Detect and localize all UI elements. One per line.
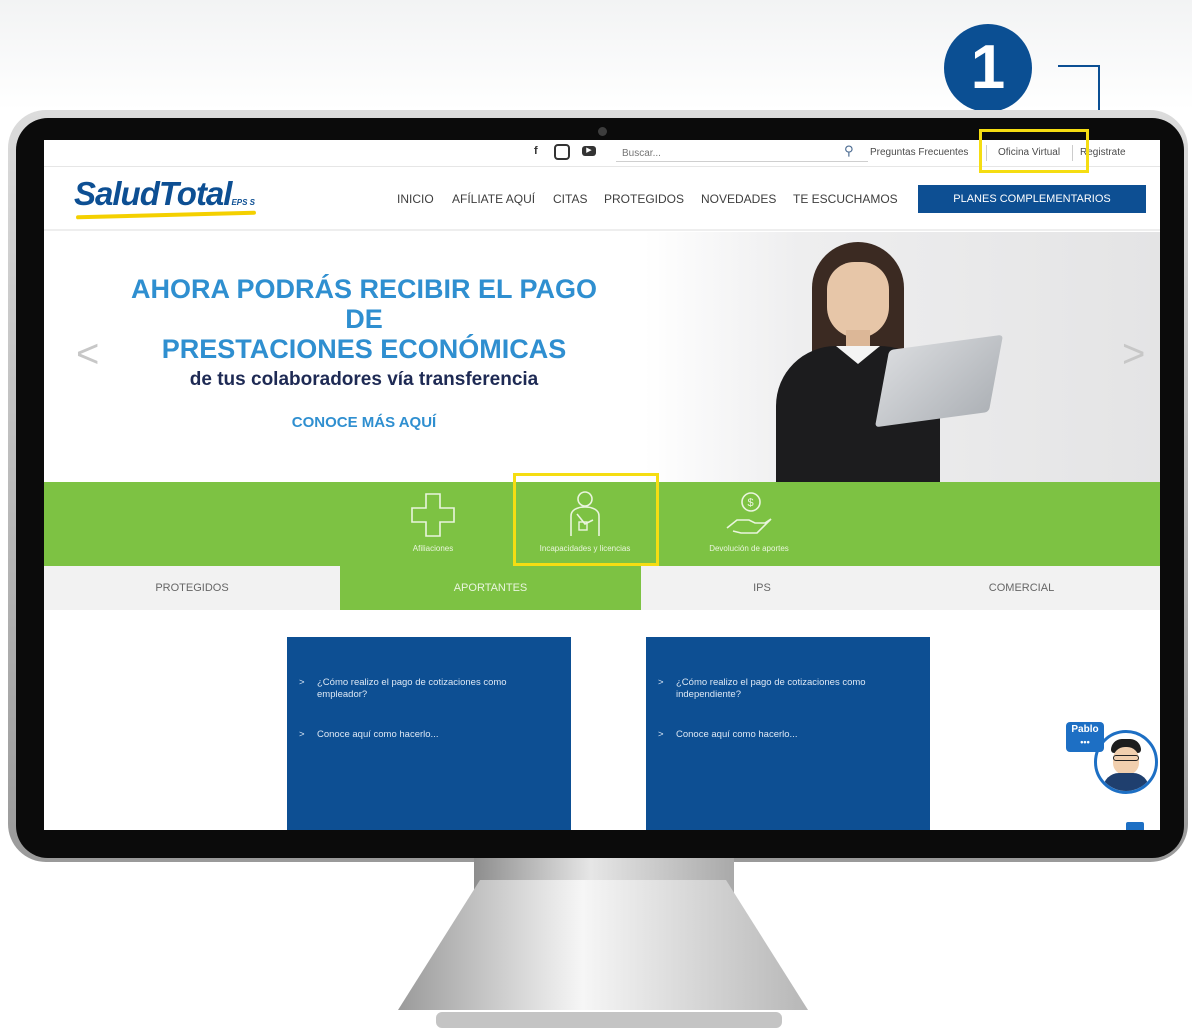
main-header: SaludTotalEPS S INICIO AFÍLIATE AQUÍ CIT… — [44, 167, 1160, 231]
chevron-right-icon: > — [658, 729, 664, 740]
step-number-badge: 1 — [944, 24, 1032, 112]
incapacidades-highlight — [513, 473, 659, 566]
nav-te-escuchamos[interactable]: TE ESCUCHAMOS — [793, 192, 898, 206]
service-label: Devolución de aportes — [709, 544, 789, 553]
planes-complementarios-button[interactable]: PLANES COMPLEMENTARIOS — [918, 185, 1146, 213]
service-afiliaciones[interactable]: Afiliaciones — [358, 482, 508, 566]
oficina-virtual-highlight — [979, 129, 1089, 173]
faq-link[interactable]: Preguntas Frecuentes — [870, 147, 968, 158]
nav-novedades[interactable]: NOVEDADES — [701, 192, 776, 206]
monitor-stand-base — [398, 880, 808, 1010]
tab-comercial[interactable]: COMERCIAL — [883, 566, 1160, 610]
face — [827, 262, 889, 338]
hero-subtitle: de tus colaboradores vía transferencia — [189, 369, 539, 390]
audience-tabs: PROTEGIDOS APORTANTES IPS COMERCIAL — [44, 566, 1160, 610]
nav-protegidos[interactable]: PROTEGIDOS — [604, 192, 684, 206]
chevron-right-icon: > — [658, 677, 664, 688]
nav-citas[interactable]: CITAS — [553, 192, 587, 206]
tab-protegidos[interactable]: PROTEGIDOS — [44, 566, 340, 610]
hero-woman-with-laptop-image — [744, 242, 1004, 492]
hero-title-line-2: DE — [345, 304, 383, 334]
logo-text: SaludTotal — [74, 175, 232, 212]
monitor-stand-foot — [436, 1012, 782, 1028]
card-pago-independiente[interactable]: > ¿Cómo realizo el pago de cotizaciones … — [646, 637, 930, 830]
hand-coin-icon: $ — [726, 492, 772, 534]
chatbot-name: Pablo — [1071, 724, 1099, 735]
search-icon[interactable]: ⚲ — [844, 143, 854, 159]
card-pago-empleador[interactable]: > ¿Cómo realizo el pago de cotizaciones … — [287, 637, 571, 830]
facebook-icon[interactable]: f — [534, 145, 538, 157]
avatar-face — [1113, 747, 1139, 775]
instagram-icon[interactable] — [554, 144, 570, 160]
salud-total-logo[interactable]: SaludTotalEPS S — [74, 175, 257, 221]
avatar-suit — [1103, 773, 1149, 791]
mail-icon[interactable] — [1126, 822, 1144, 830]
service-label: Afiliaciones — [412, 544, 454, 553]
card-question: ¿Cómo realizo el pago de cotizaciones co… — [676, 677, 866, 700]
avatar-glasses — [1113, 755, 1139, 761]
chatbot-name-bubble[interactable]: Pablo ••• — [1066, 722, 1104, 752]
logo-suffix: EPS S — [231, 198, 256, 207]
carousel-next-arrow[interactable]: > — [1122, 332, 1145, 377]
conoce-mas-link[interactable]: CONOCE MÁS AQUÍ — [84, 414, 644, 431]
nav-afiliate-aqui[interactable]: AFÍLIATE AQUÍ — [452, 192, 535, 206]
cross-plus-icon — [411, 493, 455, 537]
card-question: ¿Cómo realizo el pago de cotizaciones co… — [317, 677, 507, 700]
webcam — [598, 127, 607, 136]
tab-aportantes[interactable]: APORTANTES — [340, 566, 641, 610]
search-input[interactable] — [616, 145, 868, 162]
svg-text:$: $ — [748, 497, 754, 509]
laptop — [874, 334, 1004, 428]
hero-title: AHORA PODRÁS RECIBIR EL PAGO DE PRESTACI… — [84, 274, 644, 364]
hero-banner: < > AHORA PODRÁS RECIBIR EL PAGO DE PRES… — [44, 232, 1160, 492]
nav-inicio[interactable]: INICIO — [397, 192, 434, 206]
hero-title-line-1: AHORA PODRÁS RECIBIR EL PAGO — [130, 274, 598, 304]
hero-title-line-3: PRESTACIONES ECONÓMICAS — [161, 334, 567, 364]
card-link[interactable]: Conoce aquí como hacerlo... — [317, 729, 438, 740]
chevron-right-icon: > — [299, 677, 305, 688]
card-link[interactable]: Conoce aquí como hacerlo... — [676, 729, 797, 740]
typing-dots: ••• — [1080, 737, 1090, 747]
youtube-icon[interactable]: ▶ — [582, 146, 596, 156]
tab-ips[interactable]: IPS — [641, 566, 883, 610]
service-devolucion-aportes[interactable]: $ Devolución de aportes — [674, 482, 824, 566]
chevron-right-icon: > — [299, 729, 305, 740]
